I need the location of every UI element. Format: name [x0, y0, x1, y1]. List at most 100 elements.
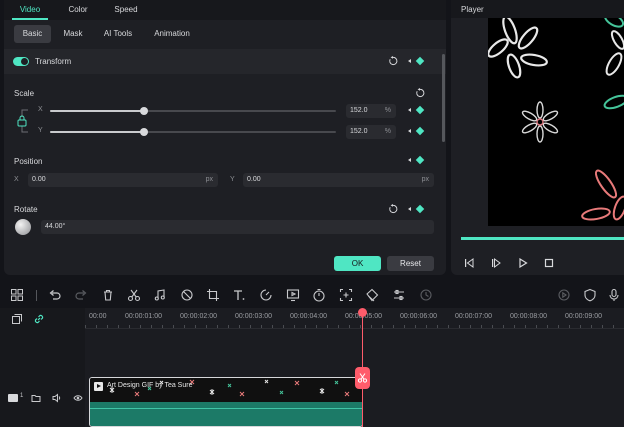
- playhead-handle[interactable]: [358, 308, 367, 317]
- play-range-icon[interactable]: [557, 288, 571, 302]
- video-track-icon: [8, 394, 18, 402]
- properties-panel: Video Color Speed Basic Mask AI Tools An…: [4, 0, 446, 275]
- ruler-tick: 00:00: [89, 313, 107, 320]
- step-back-icon[interactable]: [464, 258, 474, 268]
- delete-icon[interactable]: [101, 288, 115, 302]
- rotate-prev-keyframe-icon[interactable]: [408, 207, 411, 211]
- clip-type-icon: [94, 382, 103, 391]
- link-scale-icon[interactable]: [16, 106, 34, 136]
- color-icon[interactable]: [365, 288, 379, 302]
- video-preview: [488, 18, 624, 226]
- audio-icon[interactable]: [153, 288, 167, 302]
- reset-button[interactable]: Reset: [387, 256, 434, 271]
- rotate-field[interactable]: 44.00°: [41, 220, 434, 234]
- split-handle[interactable]: [355, 367, 370, 389]
- step-forward-icon[interactable]: [491, 258, 501, 268]
- timer-icon[interactable]: [312, 288, 326, 302]
- position-x-field[interactable]: 0.00 px: [28, 173, 218, 187]
- clip-title: Art Design GIF by Tea Sure: [107, 382, 193, 389]
- scissors-icon[interactable]: [357, 372, 368, 383]
- position-y-value: 0.00: [247, 176, 261, 183]
- ruler-tick: 00:00:02:00: [180, 313, 217, 320]
- scale-y-keyframe-icon[interactable]: [415, 126, 425, 136]
- position-keyframe-icon[interactable]: [415, 155, 425, 165]
- tab-video[interactable]: Video: [12, 0, 48, 20]
- tab-speed[interactable]: Speed: [108, 0, 144, 20]
- rotate-value: 44.00°: [45, 223, 66, 230]
- crop-icon[interactable]: [206, 288, 220, 302]
- scale-y-unit: %: [384, 128, 391, 135]
- cut-icon[interactable]: [127, 288, 141, 302]
- position-y-field[interactable]: 0.00 px: [243, 173, 434, 187]
- scale-x-keyframe-icon[interactable]: [415, 105, 425, 115]
- clip-audio-bar: [90, 402, 362, 426]
- scale-y-field[interactable]: 152.0 %: [346, 125, 396, 139]
- ruler-tick: 00:00:07:00: [455, 313, 492, 320]
- speed-icon[interactable]: [259, 288, 273, 302]
- timeline-panel: 1 00:00 00:00:01:00 00:00:02:00 00:00:03…: [0, 308, 624, 427]
- panel-scrollbar[interactable]: [442, 54, 445, 142]
- transform-toggle[interactable]: [13, 57, 29, 66]
- timeline-ruler[interactable]: 00:00 00:00:01:00 00:00:02:00 00:00:03:0…: [85, 308, 624, 328]
- scale-x-slider-handle[interactable]: [140, 107, 148, 115]
- crop-zoom-icon[interactable]: [339, 288, 353, 302]
- ruler-tick: 00:00:08:00: [510, 313, 547, 320]
- position-label: Position: [14, 157, 43, 166]
- subtab-mask[interactable]: Mask: [59, 25, 87, 43]
- ruler-tick: 00:00:09:00: [565, 313, 602, 320]
- shield-icon[interactable]: [583, 288, 597, 302]
- scale-y-prev-keyframe-icon[interactable]: [408, 129, 411, 133]
- visibility-icon[interactable]: [73, 393, 83, 403]
- scale-x-prev-keyframe-icon[interactable]: [408, 108, 411, 112]
- keyframe-icon[interactable]: [415, 56, 425, 66]
- track-header-column: 1: [0, 308, 85, 427]
- subtab-animation[interactable]: Animation: [149, 25, 195, 43]
- scale-x-unit: %: [384, 107, 391, 114]
- scale-x-axis-label: X: [38, 106, 43, 113]
- folder-icon[interactable]: [31, 393, 41, 403]
- mask-icon[interactable]: [180, 288, 194, 302]
- prev-keyframe-icon[interactable]: [408, 59, 411, 63]
- ok-button[interactable]: OK: [334, 256, 381, 271]
- property-tabs: Video Color Speed: [4, 0, 446, 20]
- rotate-dial[interactable]: [15, 219, 31, 235]
- grid-icon[interactable]: [10, 288, 24, 302]
- scale-y-value: 152.0: [350, 128, 368, 135]
- toolbar-divider: [36, 290, 37, 301]
- text-icon[interactable]: [232, 288, 246, 302]
- mic-icon[interactable]: [607, 288, 621, 302]
- redo-icon[interactable]: [74, 288, 88, 302]
- player-progress-bar[interactable]: [461, 237, 624, 240]
- scale-x-field[interactable]: 152.0 %: [346, 104, 396, 118]
- volume-icon[interactable]: [52, 393, 62, 403]
- reset-icon[interactable]: [388, 56, 398, 66]
- add-track-icon[interactable]: [11, 313, 23, 325]
- rotate-keyframe-icon[interactable]: [415, 204, 425, 214]
- play-icon[interactable]: [518, 258, 528, 268]
- freeze-icon[interactable]: [286, 288, 300, 302]
- scale-x-value: 152.0: [350, 107, 368, 114]
- ruler-tick: 00:00:04:00: [290, 313, 327, 320]
- undo-icon[interactable]: [48, 288, 62, 302]
- scale-y-slider[interactable]: [50, 128, 336, 136]
- subtab-ai-tools[interactable]: AI Tools: [99, 25, 137, 43]
- video-frame: [488, 18, 624, 221]
- stop-icon[interactable]: [544, 258, 554, 268]
- scale-y-slider-handle[interactable]: [140, 128, 148, 136]
- rotate-reset-icon[interactable]: [388, 204, 398, 214]
- scale-reset-icon[interactable]: [415, 88, 425, 98]
- adjust-icon[interactable]: [392, 288, 406, 302]
- position-prev-keyframe-icon[interactable]: [408, 158, 411, 162]
- position-x-axis-label: X: [14, 176, 19, 183]
- scale-x-slider[interactable]: [50, 107, 336, 115]
- player-panel: Player: [451, 0, 624, 275]
- player-title: Player: [461, 5, 484, 14]
- track-number: 1: [20, 393, 24, 399]
- transform-label: Transform: [35, 57, 72, 66]
- render-icon[interactable]: [419, 288, 433, 302]
- link-icon[interactable]: [33, 313, 45, 325]
- video-clip[interactable]: Art Design GIF by Tea Sure: [89, 377, 363, 427]
- subtab-basic[interactable]: Basic: [14, 25, 51, 43]
- position-y-unit: px: [421, 176, 429, 183]
- tab-color[interactable]: Color: [60, 0, 96, 20]
